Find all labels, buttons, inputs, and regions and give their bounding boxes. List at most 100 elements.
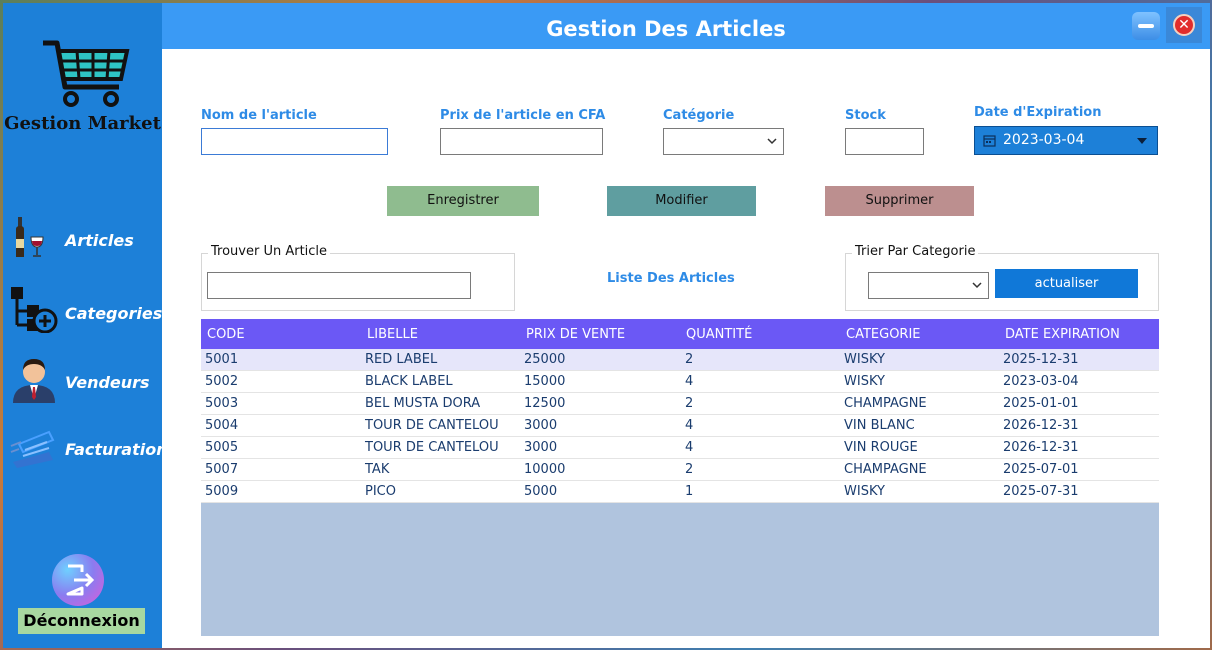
table-cell: 15000 — [524, 374, 566, 389]
invoice-icon — [10, 430, 55, 468]
articles-table: CODE LIBELLE PRIX DE VENTE QUANTITÉ CATE… — [201, 319, 1159, 636]
sidebar-item-label: Facturation — [65, 440, 168, 459]
table-cell: 2025-07-31 — [1003, 484, 1079, 499]
table-cell: CHAMPAGNE — [844, 396, 927, 411]
category-label: Catégorie — [663, 108, 735, 123]
table-cell: 2025-01-01 — [1003, 396, 1079, 411]
filter-group-title: Trier Par Categorie — [852, 244, 979, 259]
sidebar-item-articles[interactable]: Articles — [3, 209, 162, 265]
salesperson-icon — [13, 359, 55, 403]
table-row[interactable]: 5002 BLACK LABEL 15000 4 WISKY 2023-03-04 — [201, 371, 1159, 393]
save-button[interactable]: Enregistrer — [387, 186, 539, 216]
table-row[interactable]: 5009 PICO 5000 1 WISKY 2025-07-31 — [201, 481, 1159, 503]
category-select[interactable] — [663, 128, 784, 155]
table-cell: 2025-07-01 — [1003, 462, 1079, 477]
filter-category-select[interactable] — [868, 272, 989, 299]
app-name: Gestion Market — [4, 113, 161, 134]
table-row[interactable]: 5003 BEL MUSTA DORA 12500 2 CHAMPAGNE 2025-01… — [201, 393, 1159, 415]
sidebar: Gestion Market Articles Categories Vende… — [3, 3, 168, 648]
list-title: Liste Des Articles — [607, 271, 735, 286]
table-cell: 2026-12-31 — [1003, 440, 1079, 455]
table-cell: TOUR DE CANTELOU — [365, 440, 499, 455]
table-cell: 4 — [685, 418, 694, 433]
table-cell: 2 — [685, 462, 694, 477]
sidebar-item-label: Articles — [65, 231, 134, 250]
logout-button[interactable]: Déconnexion — [18, 608, 145, 634]
table-cell: 2026-12-31 — [1003, 418, 1079, 433]
minimize-icon[interactable] — [1132, 12, 1160, 40]
table-header: CODE LIBELLE PRIX DE VENTE QUANTITÉ CATE… — [201, 319, 1159, 349]
table-cell: 1 — [685, 484, 694, 499]
delete-button[interactable]: Supprimer — [825, 186, 974, 216]
table-cell: 5004 — [205, 418, 239, 433]
table-cell: 3000 — [524, 418, 558, 433]
category-add-icon — [11, 287, 58, 333]
column-header[interactable]: QUANTITÉ — [686, 319, 752, 350]
wine-bottle-icon — [16, 217, 44, 257]
close-icon[interactable]: ✕ — [1166, 7, 1202, 43]
article-price-input[interactable] — [440, 128, 603, 155]
table-row[interactable]: 5005 TOUR DE CANTELOU 3000 4 VIN ROUGE 2026-1… — [201, 437, 1159, 459]
search-group: Trouver Un Article — [201, 244, 515, 311]
search-input[interactable] — [207, 272, 471, 299]
table-cell: BEL MUSTA DORA — [365, 396, 481, 411]
table-cell: VIN BLANC — [844, 418, 915, 433]
column-header[interactable]: DATE EXPIRATION — [1005, 319, 1120, 350]
dropdown-arrow-icon — [1137, 138, 1147, 144]
table-cell: 3000 — [524, 440, 558, 455]
table-cell: 5009 — [205, 484, 239, 499]
sidebar-item-vendeurs[interactable]: Vendeurs — [3, 351, 162, 407]
table-cell: TAK — [365, 462, 390, 477]
table-cell: 2 — [685, 352, 694, 367]
table-cell: 2 — [685, 396, 694, 411]
table-cell: PICO — [365, 484, 396, 499]
table-cell: 2023-03-04 — [1003, 374, 1079, 389]
column-header[interactable]: LIBELLE — [367, 319, 418, 350]
table-row[interactable]: 5004 TOUR DE CANTELOU 3000 4 VIN BLANC 2026-1… — [201, 415, 1159, 437]
price-label: Prix de l'article en CFA — [440, 108, 606, 123]
table-cell: 5005 — [205, 440, 239, 455]
table-cell: 5003 — [205, 396, 239, 411]
table-cell: BLACK LABEL — [365, 374, 453, 389]
column-header[interactable]: PRIX DE VENTE — [526, 319, 625, 350]
shopping-cart-logo-icon — [43, 40, 130, 107]
stock-label: Stock — [845, 108, 886, 123]
table-cell: 5001 — [205, 352, 239, 367]
chevron-down-icon — [972, 282, 982, 289]
table-cell: CHAMPAGNE — [844, 462, 927, 477]
title-bar: Gestion Des Articles ✕ — [162, 3, 1210, 49]
page-title: Gestion Des Articles — [546, 17, 786, 41]
sidebar-item-facturation[interactable]: Facturation — [3, 418, 168, 474]
app-window: Gestion Market Articles Categories Vende… — [3, 3, 1210, 648]
table-cell: 12500 — [524, 396, 566, 411]
table-row[interactable]: 5007 TAK 10000 2 CHAMPAGNE 2025-07-01 — [201, 459, 1159, 481]
column-header[interactable]: CODE — [207, 319, 245, 350]
table-cell: 25000 — [524, 352, 566, 367]
edit-button[interactable]: Modifier — [607, 186, 756, 216]
table-cell: 5000 — [524, 484, 558, 499]
article-name-input[interactable] — [201, 128, 388, 155]
exit-door-icon[interactable] — [52, 554, 104, 606]
refresh-button[interactable]: actualiser — [995, 269, 1138, 298]
expiry-date-picker[interactable]: 2023-03-04 — [974, 126, 1158, 155]
table-cell: TOUR DE CANTELOU — [365, 418, 499, 433]
table-cell: 2025-12-31 — [1003, 352, 1079, 367]
column-header[interactable]: CATEGORIE — [846, 319, 921, 350]
stock-input[interactable] — [845, 128, 924, 155]
table-cell: WISKY — [844, 484, 885, 499]
calendar-icon — [983, 135, 996, 147]
name-label: Nom de l'article — [201, 108, 317, 123]
table-cell: 4 — [685, 440, 694, 455]
expiry-label: Date d'Expiration — [974, 105, 1102, 120]
table-row[interactable]: 5001 RED LABEL 25000 2 WISKY 2025-12-31 — [201, 349, 1159, 371]
sidebar-item-label: Categories — [65, 304, 163, 323]
sidebar-item-categories[interactable]: Categories — [3, 281, 162, 337]
table-cell: WISKY — [844, 374, 885, 389]
table-cell: VIN ROUGE — [844, 440, 918, 455]
table-cell: WISKY — [844, 352, 885, 367]
expiry-date-value: 2023-03-04 — [1003, 132, 1085, 148]
table-cell: 10000 — [524, 462, 566, 477]
table-cell: 5007 — [205, 462, 239, 477]
table-body: 5001 RED LABEL 25000 2 WISKY 2025-12-31 5002 BL… — [201, 349, 1159, 503]
sidebar-item-label: Vendeurs — [65, 373, 150, 392]
